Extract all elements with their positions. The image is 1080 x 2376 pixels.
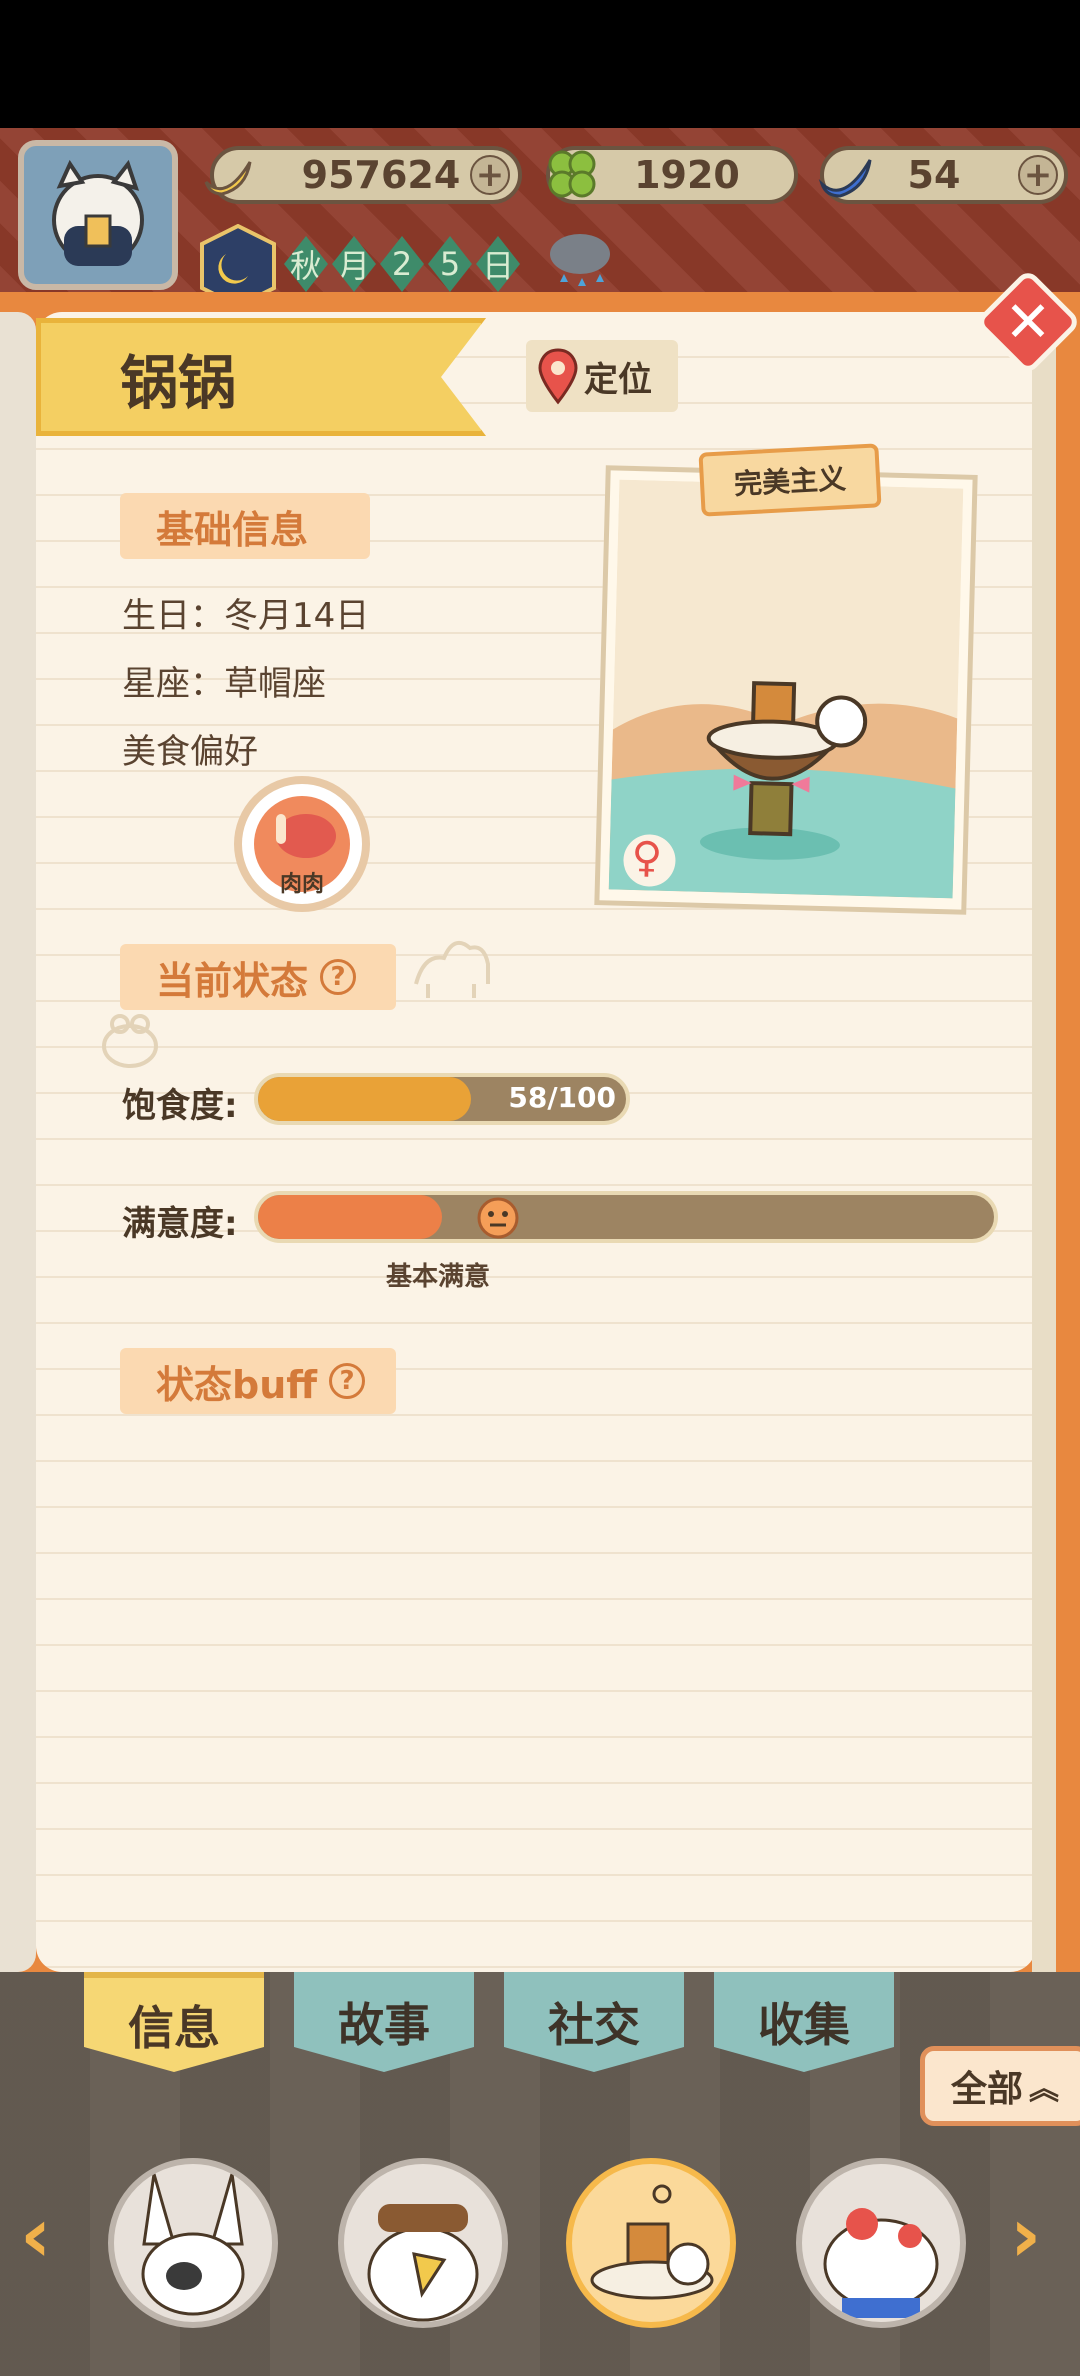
satiety-value: 58/100	[508, 1081, 616, 1114]
female-icon: ♀	[630, 832, 663, 882]
date-char: 月	[332, 236, 376, 292]
status-buff-header: 状态buff ?	[120, 1348, 396, 1414]
add-bananas-button[interactable]: +	[470, 155, 510, 195]
basic-info-title: 基础信息	[156, 507, 309, 552]
character-name: 锅锅	[120, 349, 237, 417]
date-char: 日	[476, 236, 520, 292]
panel-left-page	[0, 312, 36, 1972]
birthday-text: 生日：冬月14日	[122, 596, 370, 636]
satisfaction-bar	[254, 1191, 998, 1243]
current-status-title: 当前状态	[156, 958, 309, 1003]
locate-button[interactable]: 定位	[526, 340, 678, 412]
satisfaction-fill	[258, 1195, 442, 1239]
clover-count: 1920	[634, 153, 740, 197]
date-display: 秋 月 2 5 日	[284, 236, 542, 300]
all-filter-button[interactable]: 全部 ︽	[920, 2046, 1080, 2126]
banana-count: 957624	[301, 153, 461, 197]
date-char: 2	[380, 236, 424, 292]
status-help-icon[interactable]: ?	[320, 959, 357, 995]
food-preference-badge[interactable]: 肉肉	[232, 774, 372, 914]
add-blue-bananas-button[interactable]: +	[1018, 155, 1058, 195]
satiety-label: 饱食度:	[122, 1086, 238, 1126]
player-avatar[interactable]	[18, 140, 178, 290]
sheet-edge	[1032, 312, 1056, 1972]
locate-label: 定位	[584, 359, 652, 400]
status-bar	[0, 0, 1080, 128]
tab-story-label: 故事	[338, 1998, 430, 2052]
blue-banana-icon	[814, 142, 878, 206]
decorative-frog-icon	[86, 1000, 170, 1076]
clover-icon	[540, 142, 604, 206]
tab-info-label: 信息	[128, 2001, 220, 2055]
character-avatar-hotpot-selected[interactable]	[566, 2158, 736, 2328]
date-char: 5	[428, 236, 472, 292]
decorative-camel-icon	[404, 924, 498, 1004]
blue-banana-count: 54	[907, 153, 961, 197]
satisfaction-text: 基本满意	[386, 1262, 491, 1292]
character-avatar-eagle[interactable]	[338, 2158, 508, 2328]
tab-social-label: 社交	[548, 1998, 640, 2052]
neutral-face-icon	[476, 1196, 520, 1240]
satiety-fill	[258, 1077, 472, 1121]
constellation-text: 星座：草帽座	[122, 664, 326, 704]
previous-arrow-icon[interactable]: ‹	[20, 2190, 51, 2279]
double-chevron-up-icon: ︽	[1029, 2072, 1059, 2107]
character-avatar-rabbit[interactable]	[108, 2158, 278, 2328]
status-buff-title: 状态buff	[156, 1362, 318, 1407]
basic-info-header: 基础信息	[120, 493, 370, 559]
tab-collection-label: 收集	[758, 1998, 850, 2052]
character-portrait: ♀	[608, 479, 964, 899]
all-filter-label: 全部	[950, 2069, 1023, 2110]
date-char: 秋	[284, 236, 328, 292]
next-arrow-icon[interactable]: ›	[1010, 2190, 1041, 2279]
food-pref-label: 美食偏好	[122, 732, 258, 772]
personality-tag: 完美主义	[698, 443, 882, 517]
food-item-label: 肉肉	[279, 872, 324, 897]
satisfaction-label: 满意度:	[122, 1204, 238, 1244]
location-pin-icon	[536, 346, 580, 406]
character-avatar-cat[interactable]	[796, 2158, 966, 2328]
satiety-bar: 58/100	[254, 1073, 630, 1125]
buff-help-icon[interactable]: ?	[329, 1363, 366, 1399]
banana-icon	[196, 142, 260, 206]
weather-rain-icon	[540, 226, 620, 296]
close-icon[interactable]: ✕	[990, 284, 1066, 360]
